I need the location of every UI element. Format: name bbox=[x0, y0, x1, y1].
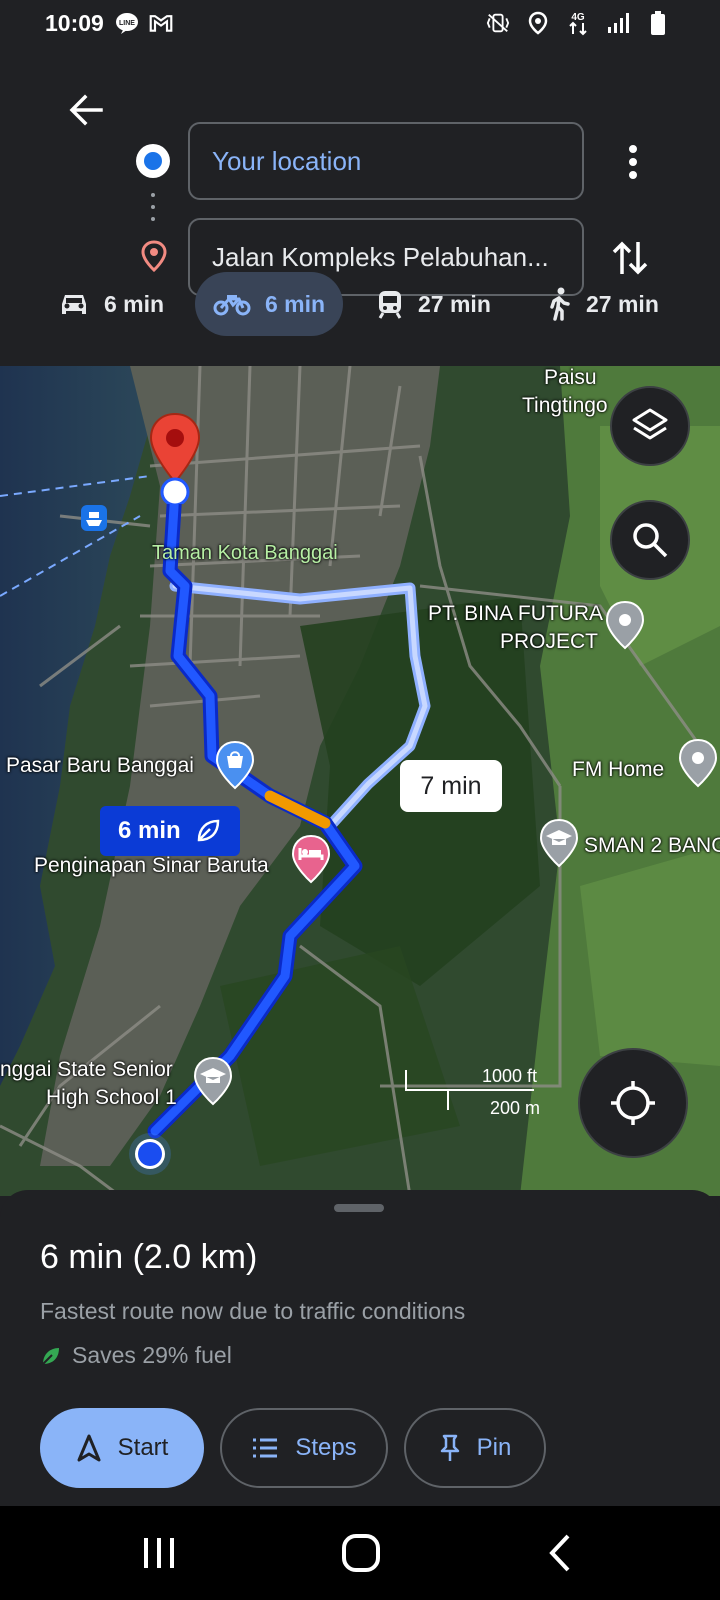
map-label: PROJECT bbox=[500, 630, 599, 653]
map-label: nggai State Senior bbox=[0, 1058, 173, 1081]
directions-header: Your location Jalan Kompleks Pelabuhan..… bbox=[0, 50, 720, 366]
gmail-icon bbox=[149, 10, 173, 36]
origin-dot-icon bbox=[136, 144, 170, 178]
school-icon[interactable] bbox=[192, 1056, 234, 1111]
recent-apps-icon[interactable] bbox=[134, 1530, 184, 1576]
destination-marker-icon[interactable] bbox=[148, 412, 202, 509]
more-options-icon[interactable] bbox=[618, 142, 648, 182]
map-label: Penginapan Sinar Baruta bbox=[34, 854, 269, 877]
back-arrow-icon[interactable] bbox=[65, 88, 109, 132]
start-label: Start bbox=[117, 1434, 169, 1461]
navigation-arrow-icon bbox=[77, 1434, 101, 1462]
mode-transit[interactable]: 27 min bbox=[376, 272, 491, 336]
status-time: 10:09 bbox=[45, 10, 104, 36]
mode-walk-time: 27 min bbox=[586, 290, 659, 317]
crosshair-icon bbox=[611, 1081, 655, 1125]
steps-button[interactable]: Steps bbox=[220, 1408, 388, 1488]
battery-icon bbox=[646, 10, 670, 36]
layers-icon bbox=[632, 408, 668, 440]
map-view[interactable]: Paisu Tingtingo Taman Kota Banggai PT. B… bbox=[0, 366, 720, 1196]
alternate-route-time: 7 min bbox=[420, 771, 482, 800]
map-label: SMAN 2 BANG bbox=[584, 834, 720, 857]
leaf-icon bbox=[42, 1347, 59, 1365]
shopping-bag-icon[interactable] bbox=[214, 740, 256, 795]
walk-icon bbox=[550, 287, 570, 321]
status-bar: 10:09 LINE 4G bbox=[0, 0, 720, 50]
map-scale: 1000 ft 200 m bbox=[404, 1066, 544, 1118]
route-duration-distance: 6 min (2.0 km) bbox=[40, 1238, 258, 1276]
pin-button[interactable]: Pin bbox=[404, 1408, 546, 1488]
map-label: Pasar Baru Banggai bbox=[6, 754, 194, 777]
mode-walk[interactable]: 27 min bbox=[546, 272, 659, 336]
fuel-savings-text: Saves 29% fuel bbox=[72, 1342, 232, 1368]
destination-pin-icon bbox=[140, 240, 168, 273]
home-icon[interactable] bbox=[336, 1530, 386, 1576]
mode-motorcycle-time: 6 min bbox=[265, 290, 326, 317]
list-icon bbox=[253, 1438, 278, 1458]
mode-drive[interactable]: 6 min bbox=[58, 272, 164, 336]
pin-icon bbox=[440, 1434, 459, 1461]
poi-pin-icon[interactable] bbox=[604, 600, 646, 655]
sheet-drag-handle[interactable] bbox=[334, 1204, 384, 1212]
scale-feet: 1000 ft bbox=[482, 1066, 538, 1086]
system-navigation-bar bbox=[0, 1506, 720, 1600]
hotel-icon[interactable] bbox=[290, 834, 332, 889]
layers-button[interactable] bbox=[610, 386, 690, 466]
map-label: Paisu bbox=[544, 366, 597, 389]
car-icon bbox=[62, 295, 86, 314]
mode-transit-time: 27 min bbox=[418, 290, 491, 317]
steps-label: Steps bbox=[295, 1434, 357, 1461]
search-icon bbox=[633, 523, 668, 558]
route-details-sheet[interactable]: 6 min (2.0 km) Fastest route now due to … bbox=[0, 1190, 720, 1506]
vibrate-icon bbox=[486, 10, 510, 36]
mode-motorcycle[interactable]: 6 min bbox=[195, 272, 343, 336]
svg-text:4G: 4G bbox=[571, 12, 585, 23]
back-icon[interactable] bbox=[538, 1530, 588, 1576]
route-description: Fastest route now due to traffic conditi… bbox=[40, 1298, 466, 1324]
pin-label: Pin bbox=[476, 1434, 512, 1461]
route-connector-dots bbox=[151, 192, 155, 222]
scale-meters: 200 m bbox=[490, 1098, 541, 1118]
line-icon: LINE bbox=[115, 10, 139, 36]
location-icon bbox=[526, 10, 550, 36]
leaf-icon bbox=[197, 819, 219, 842]
map-label: Taman Kota Banggai bbox=[152, 542, 338, 564]
travel-modes: 6 min 6 min 27 min 27 min bbox=[0, 272, 720, 342]
recenter-button[interactable] bbox=[578, 1048, 688, 1158]
current-location-dot bbox=[128, 1132, 172, 1181]
alternate-route-badge[interactable]: 7 min bbox=[400, 760, 502, 812]
motorcycle-icon bbox=[213, 295, 251, 316]
svg-text:LINE: LINE bbox=[119, 20, 135, 27]
map-label: Tingtingo bbox=[522, 394, 608, 417]
map-label: High School 1 bbox=[46, 1086, 177, 1109]
mode-drive-time: 6 min bbox=[104, 290, 165, 317]
route-time-badge[interactable]: 6 min bbox=[100, 806, 240, 856]
search-button[interactable] bbox=[610, 500, 690, 580]
school-icon[interactable] bbox=[538, 818, 580, 873]
start-button[interactable]: Start bbox=[40, 1408, 204, 1488]
map-label: FM Home bbox=[572, 758, 665, 781]
train-icon bbox=[378, 291, 402, 319]
map-label: PT. BINA FUTURA bbox=[428, 602, 604, 625]
fuel-savings: Saves 29% fuel bbox=[40, 1342, 232, 1369]
ferry-icon[interactable] bbox=[80, 504, 108, 537]
origin-input[interactable]: Your location bbox=[188, 122, 584, 200]
poi-pin-icon[interactable] bbox=[677, 738, 719, 793]
route-time-label: 6 min bbox=[118, 817, 181, 844]
signal-icon bbox=[606, 10, 630, 36]
4g-data-icon: 4G bbox=[566, 10, 590, 36]
